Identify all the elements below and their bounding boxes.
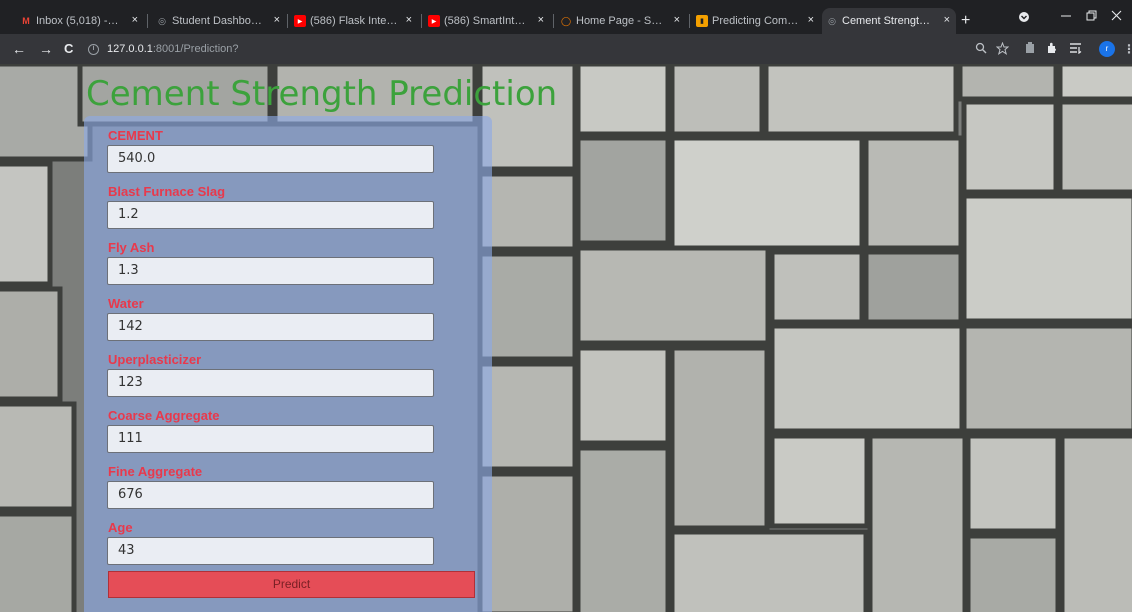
close-icon[interactable]: × — [808, 14, 814, 26]
blast-furnace-slag-label: Blast Furnace Slag — [108, 184, 226, 199]
tab-home-page[interactable]: ◯ Home Page - Select o × — [556, 8, 686, 34]
youtube-icon: ▶ — [294, 15, 306, 27]
close-icon[interactable]: × — [132, 14, 138, 26]
profile-avatar[interactable]: r — [1099, 41, 1115, 57]
reading-list-icon[interactable] — [1069, 42, 1082, 57]
water-label: Water — [108, 296, 144, 311]
page-content: Cement Strength Prediction CEMENT 540.0 … — [0, 64, 1132, 612]
notebook-icon: ▮ — [696, 15, 708, 27]
tab-title: (586) Flask Integratio — [310, 15, 400, 27]
fly-ash-label: Fly Ash — [108, 240, 155, 255]
tab-search-icon[interactable] — [1018, 11, 1030, 25]
tab-divider — [287, 14, 288, 28]
tab-divider — [421, 14, 422, 28]
prediction-form: CEMENT 540.0 Blast Furnace Slag 1.2 Fly … — [84, 116, 492, 612]
browser-toolbar: ← → C i 127.0.0.1 :8001/Prediction? r ⋮ — [0, 34, 1132, 64]
gmail-icon: M — [22, 16, 30, 26]
globe-icon: ◎ — [828, 15, 836, 26]
coarse-aggregate-label: Coarse Aggregate — [108, 408, 220, 423]
youtube-icon: ▶ — [428, 15, 440, 27]
tab-cement-strength[interactable]: ◎ Cement Strength Pred × — [822, 8, 956, 34]
tab-title: Student Dashboard — [172, 15, 264, 27]
tab-divider — [147, 14, 148, 28]
water-input[interactable]: 142 — [107, 313, 434, 341]
tab-flask-integration[interactable]: ▶ (586) Flask Integratio × — [290, 8, 418, 34]
tab-title: Home Page - Select o — [576, 15, 668, 27]
close-icon[interactable]: × — [944, 14, 950, 26]
age-label: Age — [108, 520, 133, 535]
zoom-icon[interactable] — [975, 42, 987, 57]
menu-kebab-icon[interactable]: ⋮ — [1123, 42, 1132, 56]
blast-furnace-slag-input[interactable]: 1.2 — [107, 201, 434, 229]
tab-divider — [689, 14, 690, 28]
close-icon[interactable]: × — [538, 14, 544, 26]
tab-smartinternz[interactable]: ▶ (586) SmartInternz - Y × — [424, 8, 550, 34]
url-path: :8001/Prediction? — [152, 43, 239, 55]
tab-title: Cement Strength Pred — [842, 15, 934, 27]
orange-circle-icon: ◯ — [560, 15, 572, 26]
superplasticizer-label: Uperplasticizer — [108, 352, 202, 367]
close-icon[interactable]: × — [274, 14, 280, 26]
browser-tab-strip: M Inbox (5,018) - chhibl × ◎ Student Das… — [0, 0, 1132, 34]
cement-input[interactable]: 540.0 — [107, 145, 434, 173]
tab-student-dashboard[interactable]: ◎ Student Dashboard × — [152, 8, 286, 34]
tab-inbox[interactable]: M Inbox (5,018) - chhibl × — [16, 8, 144, 34]
page-title: Cement Strength Prediction — [86, 74, 558, 114]
fly-ash-input[interactable]: 1.3 — [107, 257, 434, 285]
new-tab-button[interactable]: + — [961, 13, 970, 29]
bookmark-star-icon[interactable] — [995, 41, 1010, 58]
back-icon[interactable]: ← — [12, 41, 26, 57]
puzzle-icon[interactable] — [1046, 42, 1058, 57]
age-input[interactable]: 43 — [107, 537, 434, 565]
tab-divider — [553, 14, 554, 28]
restore-icon[interactable] — [1086, 10, 1097, 24]
fine-aggregate-input[interactable]: 676 — [107, 481, 434, 509]
fine-aggregate-label: Fine Aggregate — [108, 464, 203, 479]
cement-label: CEMENT — [108, 128, 163, 143]
close-icon[interactable]: × — [674, 14, 680, 26]
globe-icon: ◎ — [158, 15, 166, 26]
minimize-icon[interactable] — [1061, 10, 1071, 24]
coarse-aggregate-input[interactable]: 111 — [107, 425, 434, 453]
close-window-icon[interactable] — [1111, 10, 1122, 24]
close-icon[interactable]: × — [406, 14, 412, 26]
forward-icon[interactable]: → — [39, 41, 53, 57]
tab-predicting-compressive[interactable]: ▮ Predicting Compressi × — [692, 8, 820, 34]
superplasticizer-input[interactable]: 123 — [107, 369, 434, 397]
url-host: 127.0.0.1 — [107, 43, 153, 55]
tab-title: Predicting Compressi — [712, 15, 800, 27]
tab-title: Inbox (5,018) - chhibl — [36, 15, 120, 27]
reload-icon[interactable]: C — [64, 41, 73, 57]
predict-button[interactable]: Predict — [108, 571, 475, 598]
tab-title: (586) SmartInternz - Y — [444, 15, 530, 27]
extension-icon[interactable] — [1025, 42, 1035, 57]
info-icon[interactable]: i — [88, 43, 99, 55]
